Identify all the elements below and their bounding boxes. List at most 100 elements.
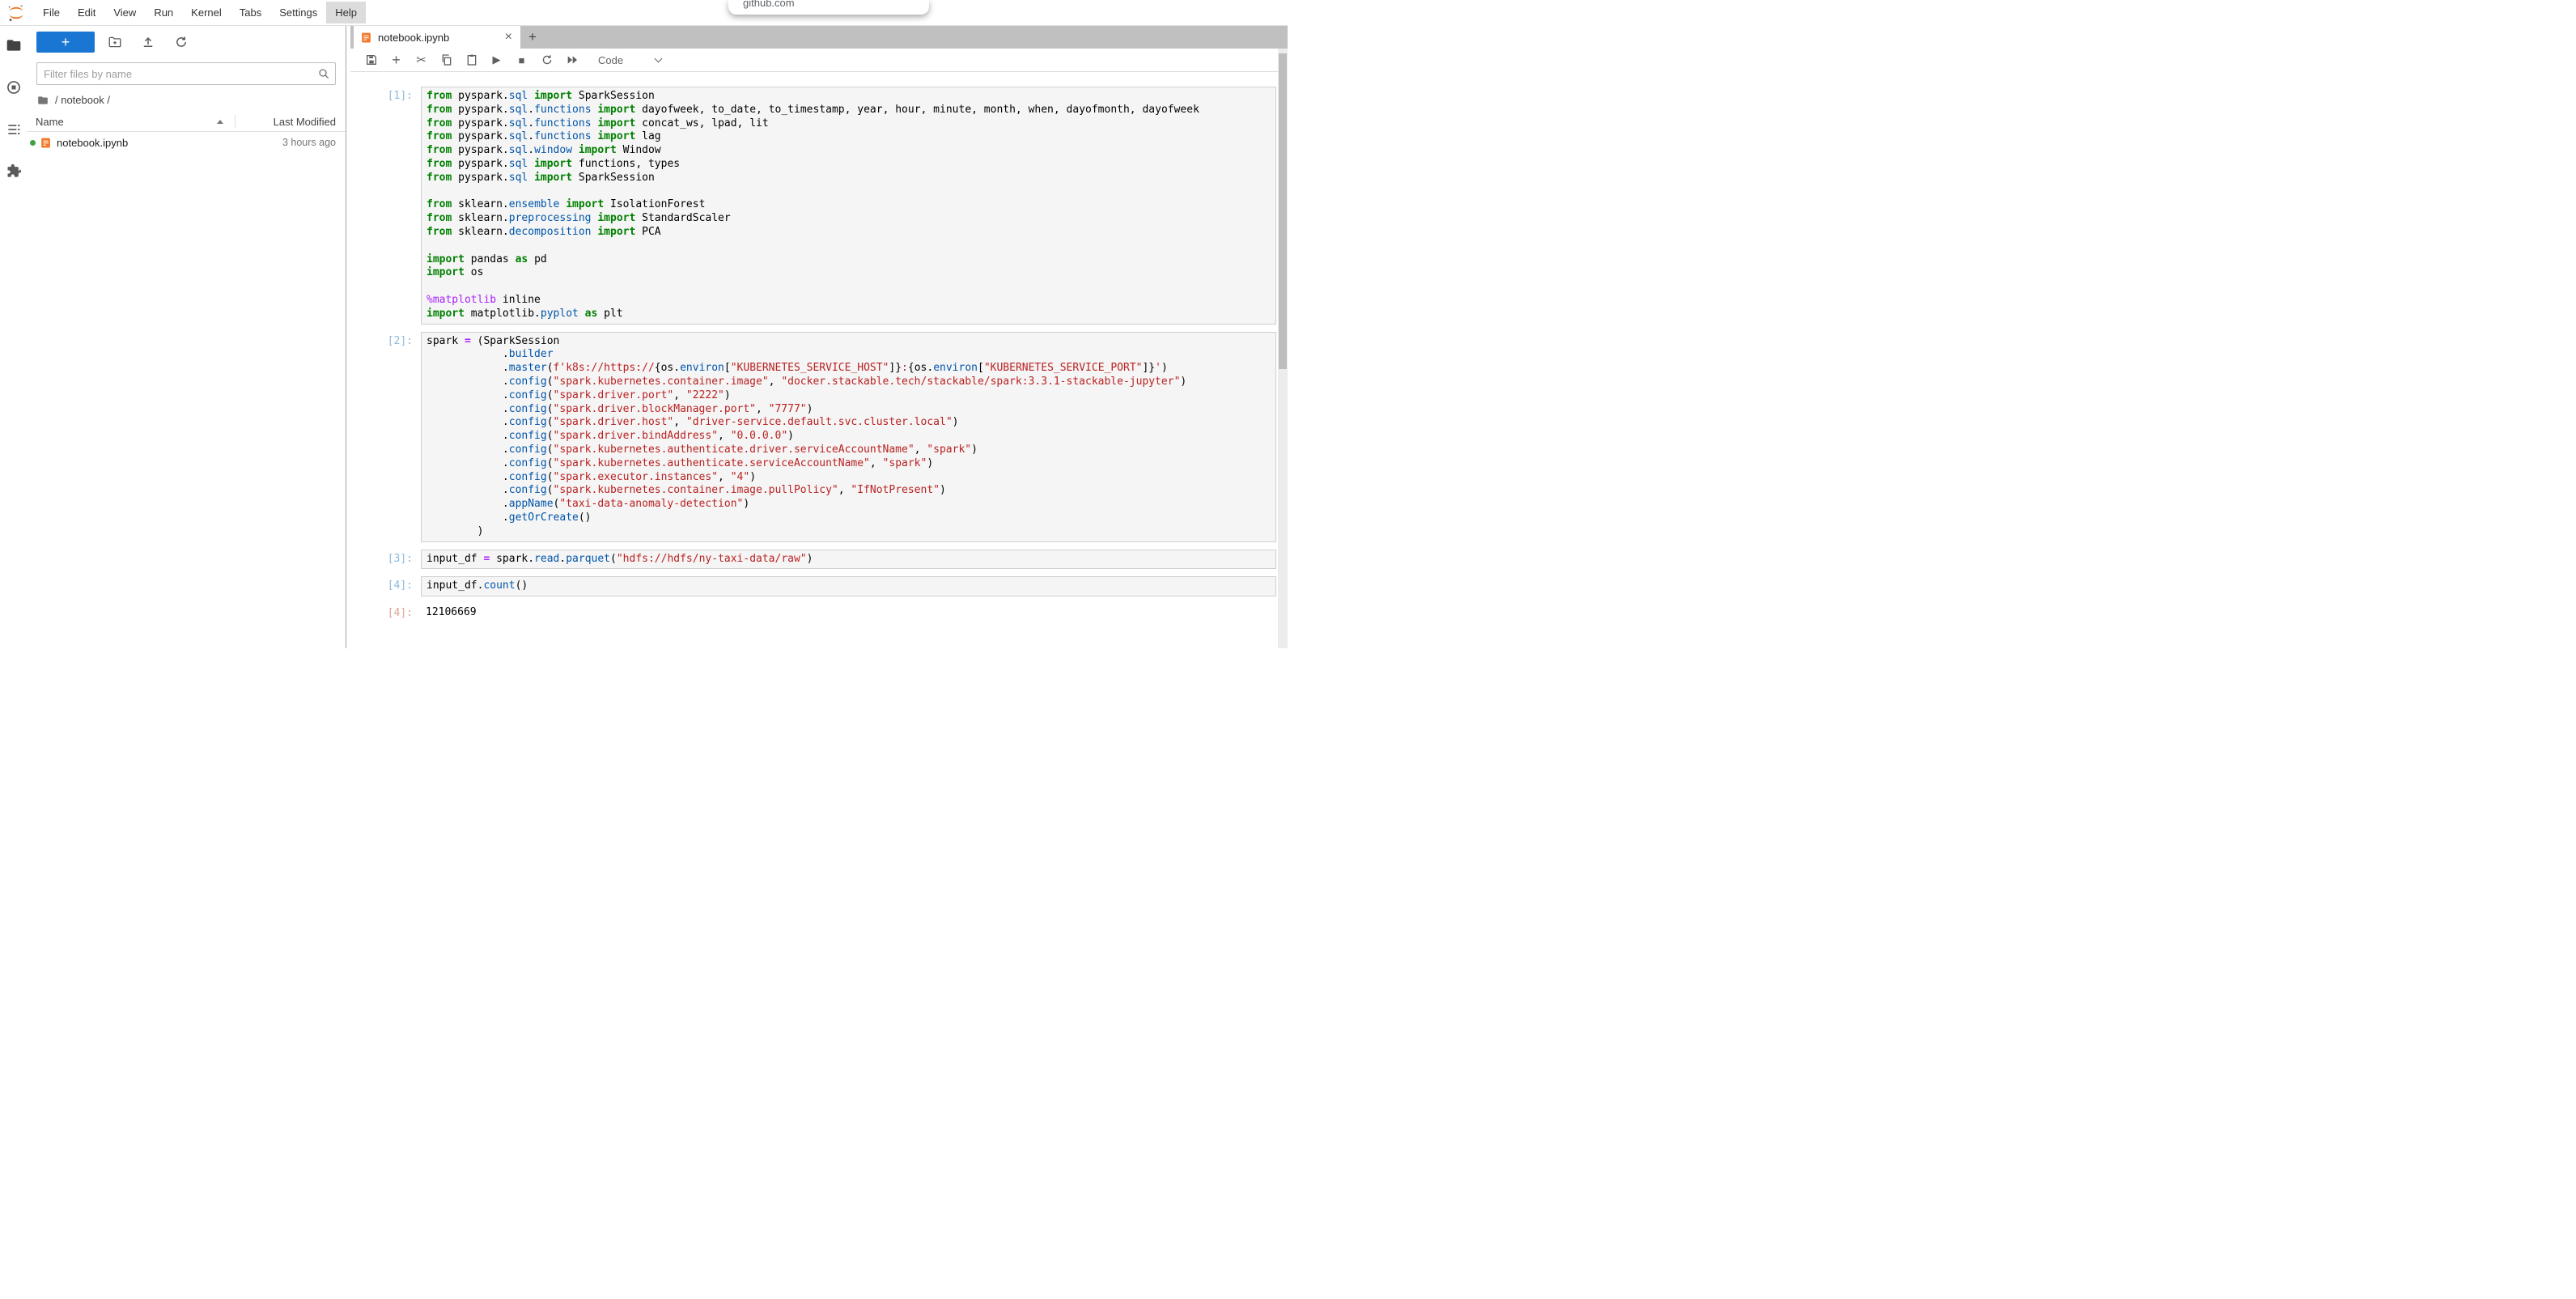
workspace: + / notebook /	[0, 26, 1288, 648]
notebook-tab-icon	[360, 32, 372, 44]
menu-file[interactable]: File	[34, 2, 69, 23]
table-of-contents-tab-icon[interactable]	[6, 121, 22, 138]
file-browser-toolbar: +	[36, 32, 336, 53]
stop-kernel-icon[interactable]: ■	[515, 53, 528, 67]
new-launcher-button[interactable]: +	[36, 32, 95, 53]
cell-prompt: [4]:	[354, 604, 421, 622]
run-cell-icon[interactable]: ▶	[490, 53, 503, 67]
cell-editor[interactable]: input_df.count()	[421, 576, 1276, 596]
code-line: .getOrCreate()	[427, 512, 1271, 525]
file-list-header: Name Last Modified	[27, 112, 346, 132]
restart-kernel-icon[interactable]	[540, 53, 554, 67]
code-line: from pyspark.sql.functions import concat…	[427, 117, 1271, 131]
menu-view[interactable]: View	[104, 2, 145, 23]
file-filter	[36, 62, 336, 85]
code-line: .config("spark.kubernetes.container.imag…	[427, 484, 1271, 498]
notebook-cells: [1]:from pyspark.sql import SparkSession…	[350, 72, 1288, 648]
search-icon	[317, 67, 330, 80]
cell-prompt: [4]:	[354, 576, 421, 596]
code-line: .config("spark.driver.host", "driver-ser…	[427, 416, 1271, 430]
modified-column-header[interactable]: Last Modified	[236, 116, 346, 128]
notebook-toolbar: + ✂ ▶ ■ Code	[350, 49, 1288, 72]
code-line: %matplotlib inline	[427, 294, 1271, 308]
tab-label: notebook.ipynb	[378, 32, 498, 44]
code-line: .config("spark.driver.port", "2222")	[427, 389, 1271, 403]
name-column-label: Name	[36, 116, 64, 128]
name-column-header[interactable]: Name	[27, 112, 235, 131]
chevron-down-icon	[655, 54, 663, 62]
breadcrumb[interactable]: / notebook /	[27, 85, 346, 112]
code-line: from sklearn.preprocessing import Standa…	[427, 212, 1271, 226]
code-line: .config("spark.driver.bindAddress", "0.0…	[427, 430, 1271, 444]
code-line: from pyspark.sql import SparkSession	[427, 90, 1271, 104]
add-cell-icon[interactable]: +	[389, 53, 403, 67]
cell-editor[interactable]: input_df = spark.read.parquet("hdfs://hd…	[421, 550, 1276, 570]
code-line: import pandas as pd	[427, 253, 1271, 267]
notebook-panel: notebook.ipynb × + + ✂ ▶ ■	[350, 26, 1288, 648]
code-line: .config("spark.kubernetes.container.imag…	[427, 376, 1271, 389]
code-line: .config("spark.driver.blockManager.port"…	[427, 403, 1271, 417]
menu-settings[interactable]: Settings	[270, 2, 326, 23]
menu-tabs[interactable]: Tabs	[231, 2, 270, 23]
menu-kernel[interactable]: Kernel	[182, 2, 231, 23]
code-cell: [3]:input_df = spark.read.parquet("hdfs:…	[354, 550, 1276, 570]
code-line: )	[427, 525, 1271, 539]
code-line: spark = (SparkSession	[427, 335, 1271, 349]
code-line: .config("spark.kubernetes.authenticate.d…	[427, 444, 1271, 457]
file-name: notebook.ipynb	[57, 137, 282, 149]
code-line: .config("spark.kubernetes.authenticate.s…	[427, 457, 1271, 471]
refresh-icon[interactable]	[174, 35, 189, 49]
copy-cell-icon[interactable]	[439, 53, 453, 67]
file-browser-tab-icon[interactable]	[6, 37, 22, 53]
tab-notebook[interactable]: notebook.ipynb ×	[354, 26, 520, 49]
cell-editor[interactable]: spark = (SparkSession .builder .master(f…	[421, 332, 1276, 542]
sort-ascending-icon	[217, 120, 223, 124]
code-line: from pyspark.sql import functions, types	[427, 158, 1271, 172]
cell-prompt: [2]:	[354, 332, 421, 542]
restart-run-all-icon[interactable]	[565, 53, 579, 67]
cell-prompt: [1]:	[354, 87, 421, 325]
code-line: from pyspark.sql.functions import dayofw…	[427, 104, 1271, 117]
vertical-scrollbar[interactable]	[1278, 49, 1288, 648]
upload-icon[interactable]	[141, 35, 155, 49]
filter-files-input[interactable]	[36, 62, 336, 85]
close-tab-icon[interactable]: ×	[503, 31, 514, 44]
code-line: input_df.count()	[427, 579, 1271, 593]
jupyter-logo-icon	[6, 3, 26, 23]
menu-help[interactable]: Help	[326, 2, 366, 23]
cell-type-value: Code	[598, 54, 623, 66]
code-line: import os	[427, 266, 1271, 280]
code-line: .config("spark.executor.instances", "4")	[427, 471, 1271, 485]
extensions-tab-icon[interactable]	[6, 163, 22, 180]
cell-editor[interactable]: from pyspark.sql import SparkSessionfrom…	[421, 87, 1276, 325]
new-folder-icon[interactable]	[108, 35, 122, 49]
cut-cell-icon[interactable]: ✂	[414, 53, 428, 67]
cell-prompt: [3]:	[354, 550, 421, 570]
menu-run[interactable]: Run	[145, 2, 182, 23]
home-folder-icon	[36, 95, 49, 106]
code-line: from pyspark.sql.functions import lag	[427, 130, 1271, 144]
code-line: 12106669	[426, 606, 1271, 620]
code-cell: [1]:from pyspark.sql import SparkSession…	[354, 87, 1276, 325]
code-line: .appName("taxi-data-anomaly-detection")	[427, 498, 1271, 512]
paste-cell-icon[interactable]	[465, 53, 478, 67]
output-cell: [4]: 12106669	[354, 604, 1276, 622]
browser-popup: github.com	[728, 0, 929, 15]
code-cell: [2]:spark = (SparkSession .builder .mast…	[354, 332, 1276, 542]
file-browser-panel: + / notebook /	[27, 26, 346, 648]
cell-type-dropdown[interactable]: Code	[598, 54, 661, 66]
cell-output: 12106669	[421, 604, 1276, 622]
file-modified: 3 hours ago	[282, 137, 346, 148]
new-tab-button[interactable]: +	[520, 26, 545, 49]
notebook-file-icon	[40, 137, 52, 149]
code-line	[427, 240, 1271, 253]
tab-bar: notebook.ipynb × +	[350, 26, 1288, 49]
save-icon[interactable]	[364, 53, 378, 67]
code-line	[427, 185, 1271, 199]
browser-popup-domain: github.com	[743, 0, 795, 9]
menu-edit[interactable]: Edit	[69, 2, 104, 23]
scrollbar-thumb[interactable]	[1279, 53, 1287, 369]
file-row-notebook[interactable]: notebook.ipynb 3 hours ago	[27, 132, 346, 153]
breadcrumb-path: / notebook /	[55, 94, 110, 106]
running-kernels-tab-icon[interactable]	[6, 79, 22, 96]
